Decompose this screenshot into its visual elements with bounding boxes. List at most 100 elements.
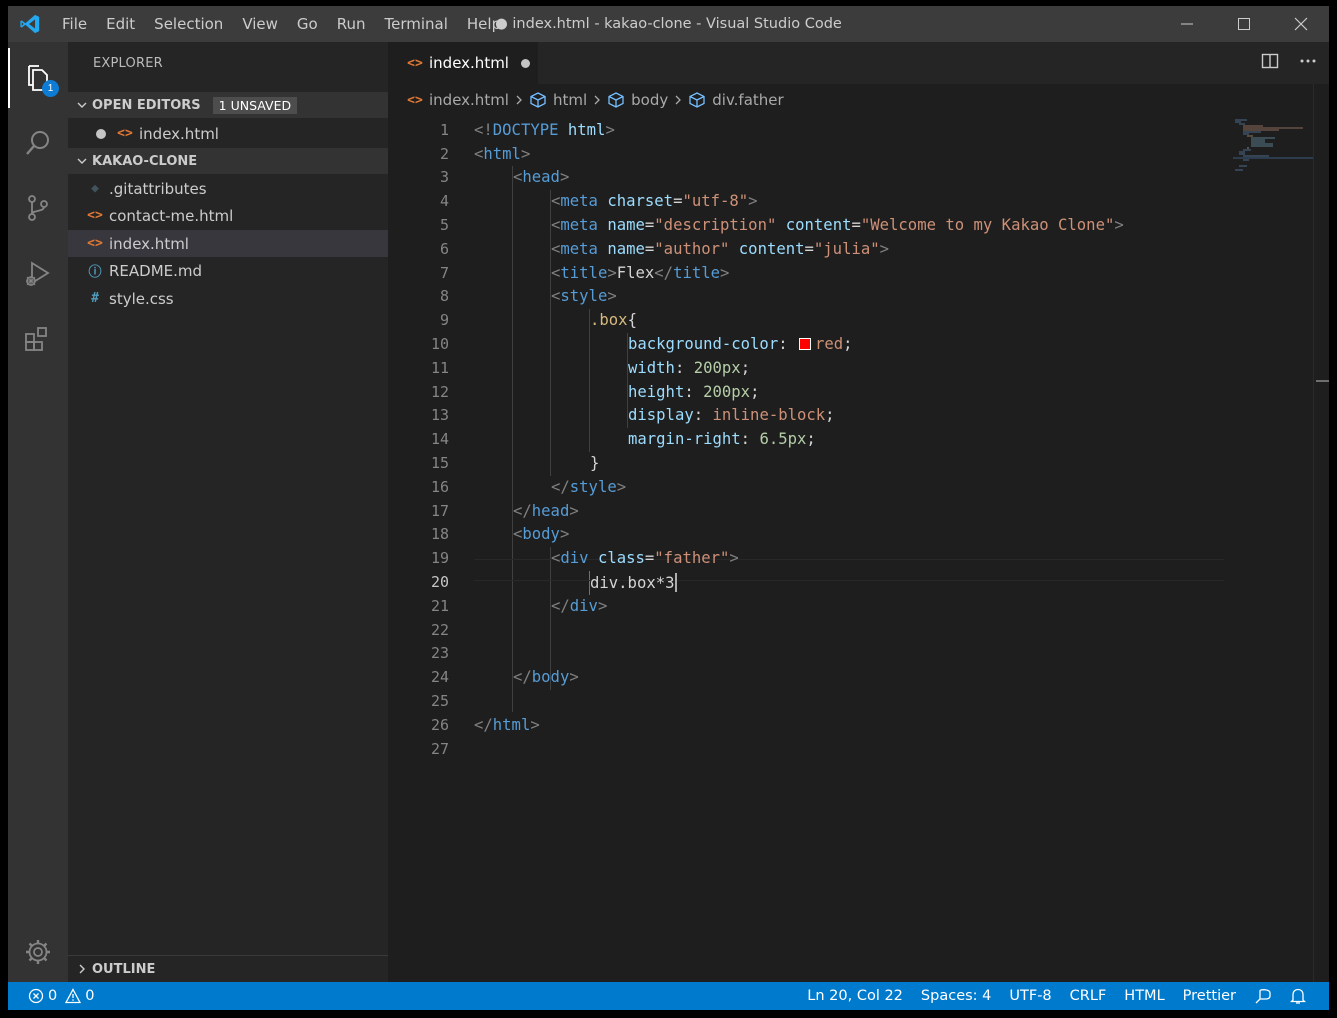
tok: html (492, 715, 531, 734)
line-number: 7 (439, 263, 449, 282)
editor-area: <> index.html <> index.html html body di… (388, 42, 1329, 982)
outline-section[interactable]: OUTLINE (68, 955, 388, 982)
code-line-24: 24 </body> (388, 665, 1238, 689)
breadcrumb-div-label: div.father (712, 91, 784, 109)
folder-label: KAKAO-CLONE (92, 153, 198, 169)
tok: Flex (616, 263, 655, 282)
gear-icon (26, 940, 50, 964)
tok: = (644, 239, 655, 258)
tok: content (785, 216, 852, 235)
status-eol[interactable]: CRLF (1061, 988, 1116, 1004)
chevron-right-icon (68, 963, 92, 975)
status-cursor-position[interactable]: Ln 20, Col 22 (798, 988, 912, 1004)
vertical-scrollbar[interactable] (1313, 84, 1329, 982)
error-icon (28, 988, 44, 1004)
activity-run-debug[interactable] (8, 244, 68, 304)
breadcrumb-html[interactable]: html (529, 91, 587, 109)
code-line-15: 15 } (388, 451, 1238, 475)
vscode-logo-icon[interactable] (8, 6, 52, 42)
line-number: 26 (430, 715, 449, 734)
breadcrumb-body[interactable]: body (607, 91, 668, 109)
line-number: 3 (439, 168, 449, 187)
breadcrumb-file-label: index.html (429, 91, 509, 109)
menu-bar: File Edit Selection View Go Run Terminal… (52, 6, 510, 42)
tok: 200px (693, 358, 741, 377)
tok: </ (474, 715, 493, 734)
menu-help[interactable]: Help (457, 6, 510, 42)
code-editor[interactable]: 1 <!DOCTYPE html> 2 <html> 3 <head> 4 <m… (388, 118, 1238, 761)
maximize-button[interactable] (1215, 6, 1272, 42)
minimap[interactable] (1233, 118, 1313, 178)
split-editor-icon[interactable] (1261, 52, 1279, 74)
line-number: 27 (430, 739, 449, 758)
activity-explorer[interactable]: 1 (8, 48, 68, 108)
file-item-index[interactable]: <> index.html (68, 230, 388, 257)
line-number: 4 (439, 192, 449, 211)
file-item-style-css[interactable]: # style.css (68, 285, 388, 312)
code-line-1: 1 <!DOCTYPE html> (388, 118, 1238, 142)
html-file-icon: <> (407, 55, 423, 71)
status-indentation[interactable]: Spaces: 4 (912, 988, 1000, 1004)
tok: } (590, 454, 600, 473)
breadcrumb-file[interactable]: <> index.html (406, 91, 509, 109)
tok: background-color (628, 335, 779, 354)
tok: > (530, 715, 540, 734)
tok: ; (843, 335, 853, 354)
more-actions-icon[interactable] (1299, 52, 1317, 74)
tab-index-html[interactable]: <> index.html (388, 42, 538, 84)
menu-terminal[interactable]: Terminal (375, 6, 457, 42)
code-line-13: 13 display: inline-block; (388, 404, 1238, 428)
color-swatch[interactable] (799, 338, 811, 351)
activity-extensions[interactable] (8, 309, 68, 369)
activity-manage[interactable] (8, 922, 68, 982)
tok: > (1114, 216, 1124, 235)
tok: < (513, 168, 523, 187)
menu-run[interactable]: Run (327, 6, 375, 42)
open-editors-label: OPEN EDITORS (92, 97, 201, 113)
tok: red (815, 335, 844, 354)
code-line-3: 3 <head> (388, 166, 1238, 190)
file-label: .gitattributes (109, 179, 207, 198)
tok: head (531, 501, 570, 520)
status-encoding[interactable]: UTF-8 (1000, 988, 1060, 1004)
menu-view[interactable]: View (232, 6, 287, 42)
tok: < (474, 144, 484, 163)
line-number: 19 (430, 549, 449, 568)
file-item-gitattributes[interactable]: ◆ .gitattributes (68, 175, 388, 202)
menu-go[interactable]: Go (287, 6, 327, 42)
file-item-contact-me[interactable]: <> contact-me.html (68, 202, 388, 229)
minimize-button[interactable] (1158, 6, 1215, 42)
status-language[interactable]: HTML (1115, 988, 1173, 1004)
close-window-button[interactable] (1272, 6, 1329, 42)
open-editor-item[interactable]: <> index.html (68, 120, 388, 147)
status-prettier[interactable]: Prettier (1174, 988, 1245, 1004)
menu-selection[interactable]: Selection (144, 6, 232, 42)
tok: > (748, 192, 758, 211)
tok: : (740, 430, 760, 449)
css-file-icon: # (91, 291, 99, 306)
tok: ; (825, 406, 835, 425)
kakao-clone-folder[interactable]: KAKAO-CLONE (68, 148, 388, 174)
code-line-2: 2 <html> (388, 142, 1238, 166)
file-item-readme[interactable]: ⓘ README.md (68, 257, 388, 284)
tok: < (551, 192, 561, 211)
feedback-icon[interactable] (1245, 987, 1281, 1005)
tok: 200px (703, 382, 751, 401)
tok: > (520, 144, 531, 163)
line-number: 20 (430, 573, 449, 592)
status-problems[interactable]: 0 0 (28, 982, 94, 1010)
menu-edit[interactable]: Edit (96, 6, 144, 42)
html-file-icon: <> (407, 92, 423, 108)
activity-source-control[interactable] (8, 178, 68, 238)
breadcrumb-div-father[interactable]: div.father (688, 91, 784, 109)
code-line-25: 25 (388, 689, 1238, 713)
unsaved-dot-icon[interactable] (96, 128, 106, 139)
unsaved-dot-icon[interactable] (520, 58, 530, 68)
tok: "author" (654, 239, 730, 258)
menu-file[interactable]: File (52, 6, 96, 42)
tok: : (778, 335, 797, 354)
notifications-bell-icon[interactable] (1281, 987, 1315, 1005)
line-number: 9 (439, 311, 449, 330)
activity-search[interactable] (8, 113, 68, 173)
open-editors-section[interactable]: OPEN EDITORS 1 UNSAVED (68, 92, 388, 118)
